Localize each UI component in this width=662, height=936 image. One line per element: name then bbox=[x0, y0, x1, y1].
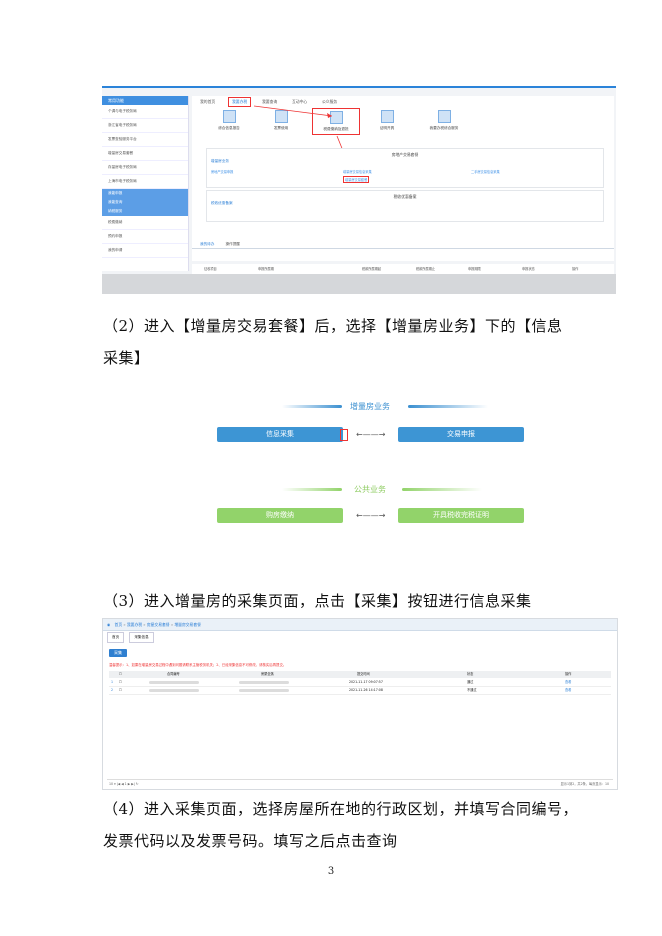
row-number: 1 bbox=[111, 680, 114, 684]
sidebar-item[interactable]: 我的申请 bbox=[102, 244, 188, 258]
divider-left bbox=[282, 405, 342, 408]
panel-tax-preference: 税收优惠备案 税收优惠备案 bbox=[206, 190, 604, 222]
location-icon: ◉ bbox=[107, 622, 111, 627]
row-checkbox[interactable]: ☐ bbox=[119, 679, 122, 686]
double-arrow-icon: ←——→ bbox=[356, 430, 386, 439]
footer-bar bbox=[102, 274, 616, 294]
column-header: 房屋坐落 bbox=[261, 672, 274, 676]
divider-left bbox=[282, 488, 342, 491]
page-tabs: 首页 采集信息 bbox=[103, 632, 154, 643]
divider-right bbox=[408, 405, 488, 408]
submit-time: 2021-11-26 14:17:08 bbox=[349, 688, 383, 692]
breadcrumb: ◉ 首页 » 我要办税 » 房屋交易套餐 » 增量房交易套餐 bbox=[103, 619, 617, 631]
breadcrumb-item[interactable]: 房屋交易套餐 bbox=[147, 622, 170, 627]
sidebar-item[interactable]: 预约申报 bbox=[102, 230, 188, 244]
page-number: 3 bbox=[327, 866, 335, 877]
collect-button[interactable]: 采集 bbox=[109, 649, 127, 657]
pagination: 10 ▾ |◀ ◀ 1 ▶ ▶| ↻ 显示1到2，共2条，每页显示：10 bbox=[107, 779, 613, 788]
sidebar-section[interactable]: 我能申报 bbox=[102, 189, 188, 198]
double-arrow-icon: ←——→ bbox=[356, 511, 386, 520]
highlight-box bbox=[340, 429, 348, 441]
column-header: 提交时间 bbox=[357, 672, 370, 676]
tab-reminder[interactable]: 操作提醒 bbox=[226, 242, 240, 246]
instruction-step-2: （2）进入【增量房交易套餐】后，选择【增量房业务】下的【信息 bbox=[103, 317, 563, 335]
trade-declare-button[interactable]: 交易申报 bbox=[398, 427, 524, 442]
column-header: 税款所属期止 bbox=[416, 267, 436, 271]
tab-collect-info[interactable]: 采集信息 bbox=[129, 632, 154, 643]
main-panel: 我的首页 我要办税 我要查询 互动中心 公众服务 综合信息报告 发票使用 税费缴… bbox=[192, 96, 614, 261]
screenshot-tax-portal: 常用功能 个调与电子税务局 浙江省电子税务局 发票查验服务平台 增量房交易套餐 … bbox=[102, 86, 616, 294]
breadcrumb-item[interactable]: 我要办税 bbox=[127, 622, 142, 627]
view-link[interactable]: 查看 bbox=[565, 679, 571, 686]
column-header: 申报期限 bbox=[468, 267, 481, 271]
sidebar-header[interactable]: 常用功能 bbox=[102, 96, 188, 105]
column-header: 税款所属期起 bbox=[362, 267, 382, 271]
instruction-step-3: （3）进入增量房的采集页面，点击【采集】按钮进行信息采集 bbox=[103, 592, 532, 610]
sidebar-section[interactable]: 我能查询 bbox=[102, 198, 188, 207]
screenshot-business-menu: 增量房业务 信息采集 ←——→ 交易申报 公共业务 购房缴纳 ←——→ 开具税收… bbox=[102, 380, 616, 566]
table-header-row: 征收项目 申报所属期 税款所属期起 税款所属期止 申报期限 申报状态 操作 bbox=[192, 264, 614, 274]
notice-text: 温馨提示：1、如果在增量房交易过程中遇到问题请联系主管税务机关；2、已经采集信息… bbox=[109, 663, 287, 667]
redacted-contract bbox=[149, 689, 199, 692]
row-checkbox[interactable]: ☐ bbox=[119, 687, 122, 694]
table-row[interactable]: 2 ☐ 2021-11-26 14:17:08 不通过 查看 bbox=[109, 687, 611, 695]
sidebar-section[interactable]: 纳税服务 bbox=[102, 207, 188, 216]
panel-real-estate: 房地产交易套餐 增量房业务 房地产交易申报 增量房交易信息采集 二手房交易信息采… bbox=[206, 148, 604, 188]
status: 不通过 bbox=[467, 688, 477, 692]
redacted-address bbox=[239, 689, 289, 692]
redacted-address bbox=[239, 681, 289, 684]
column-header: 申报所属期 bbox=[258, 267, 274, 271]
divider-right bbox=[402, 488, 482, 491]
submit-time: 2021-11-17 09:07:57 bbox=[349, 680, 383, 684]
pager-controls[interactable]: 10 ▾ |◀ ◀ 1 ▶ ▶| ↻ bbox=[109, 780, 138, 788]
instruction-step-4: （4）进入采集页面，选择房屋所在地的行政区划，并填写合同编号， bbox=[103, 800, 579, 818]
panel-title: 税收优惠备案 bbox=[393, 194, 417, 199]
info-collect-button[interactable]: 信息采集 bbox=[217, 427, 343, 442]
column-header: 征收项目 bbox=[204, 267, 217, 271]
sidebar-item[interactable]: 税费缴纳 bbox=[102, 216, 188, 230]
panel-subtitle: 增量房业务 bbox=[211, 159, 229, 163]
sidebar-item[interactable]: 浙江省电子税务局 bbox=[102, 119, 188, 133]
pager-summary: 显示1到2，共2条，每页显示：10 bbox=[560, 782, 609, 786]
column-header: 申报状态 bbox=[522, 267, 535, 271]
bottom-tabs: 我的待办 操作提醒 bbox=[200, 242, 240, 247]
table-row[interactable]: 1 ☐ 2021-11-17 09:07:57 通过 查看 bbox=[109, 679, 611, 687]
panel-subtitle: 税收优惠备案 bbox=[211, 201, 233, 205]
select-all-checkbox[interactable]: ☐ bbox=[119, 671, 122, 678]
sidebar-item[interactable]: 上海市电子税务局 bbox=[102, 175, 188, 189]
sidebar-item[interactable]: 发票查验服务平台 bbox=[102, 133, 188, 147]
column-header: 状态 bbox=[467, 672, 474, 676]
table-header: ☐ 合同编号 房屋坐落 提交时间 状态 操作 bbox=[109, 671, 611, 678]
instruction-step-4-cont: 发票代码以及发票号码。填写之后点击查询 bbox=[103, 832, 398, 850]
column-header: 操作 bbox=[565, 672, 572, 676]
instruction-step-2-cont: 采集】 bbox=[103, 349, 150, 367]
view-link[interactable]: 查看 bbox=[565, 687, 571, 694]
link[interactable]: 二手房交易信息采集 bbox=[471, 169, 500, 174]
status: 通过 bbox=[467, 680, 474, 684]
column-header: 合同编号 bbox=[167, 672, 180, 676]
section-title-public: 公共业务 bbox=[354, 485, 386, 494]
section-title-new-house: 增量房业务 bbox=[350, 402, 390, 411]
sidebar-item[interactable]: 增量房交易套餐 bbox=[102, 147, 188, 161]
screenshot-collection-page: ◉ 首页 » 我要办税 » 房屋交易套餐 » 增量房交易套餐 首页 采集信息 采… bbox=[102, 618, 618, 790]
tab-home[interactable]: 首页 bbox=[107, 632, 125, 643]
sidebar-item[interactable]: 个调与电子税务局 bbox=[102, 105, 188, 119]
link-highlighted[interactable]: 增量房交易套餐 bbox=[343, 176, 370, 183]
link[interactable]: 增量房交易信息采集 bbox=[343, 169, 372, 174]
redacted-contract bbox=[149, 681, 199, 684]
panel-title: 房地产交易套餐 bbox=[391, 152, 419, 157]
pay-tax-button[interactable]: 购房缴纳 bbox=[217, 508, 343, 523]
breadcrumb-item[interactable]: 增量房交易套餐 bbox=[174, 622, 201, 627]
row-number: 2 bbox=[111, 688, 114, 692]
tax-certificate-button[interactable]: 开具税收完税证明 bbox=[398, 508, 524, 523]
breadcrumb-item[interactable]: 首页 bbox=[115, 622, 123, 627]
column-header: 操作 bbox=[572, 267, 579, 271]
link[interactable]: 房地产交易申报 bbox=[211, 169, 233, 174]
sidebar-item[interactable]: 存量房电子税务局 bbox=[102, 161, 188, 175]
sidebar: 常用功能 个调与电子税务局 浙江省电子税务局 发票查验服务平台 增量房交易套餐 … bbox=[102, 96, 189, 271]
tab-todo[interactable]: 我的待办 bbox=[200, 242, 214, 246]
divider bbox=[192, 248, 614, 249]
